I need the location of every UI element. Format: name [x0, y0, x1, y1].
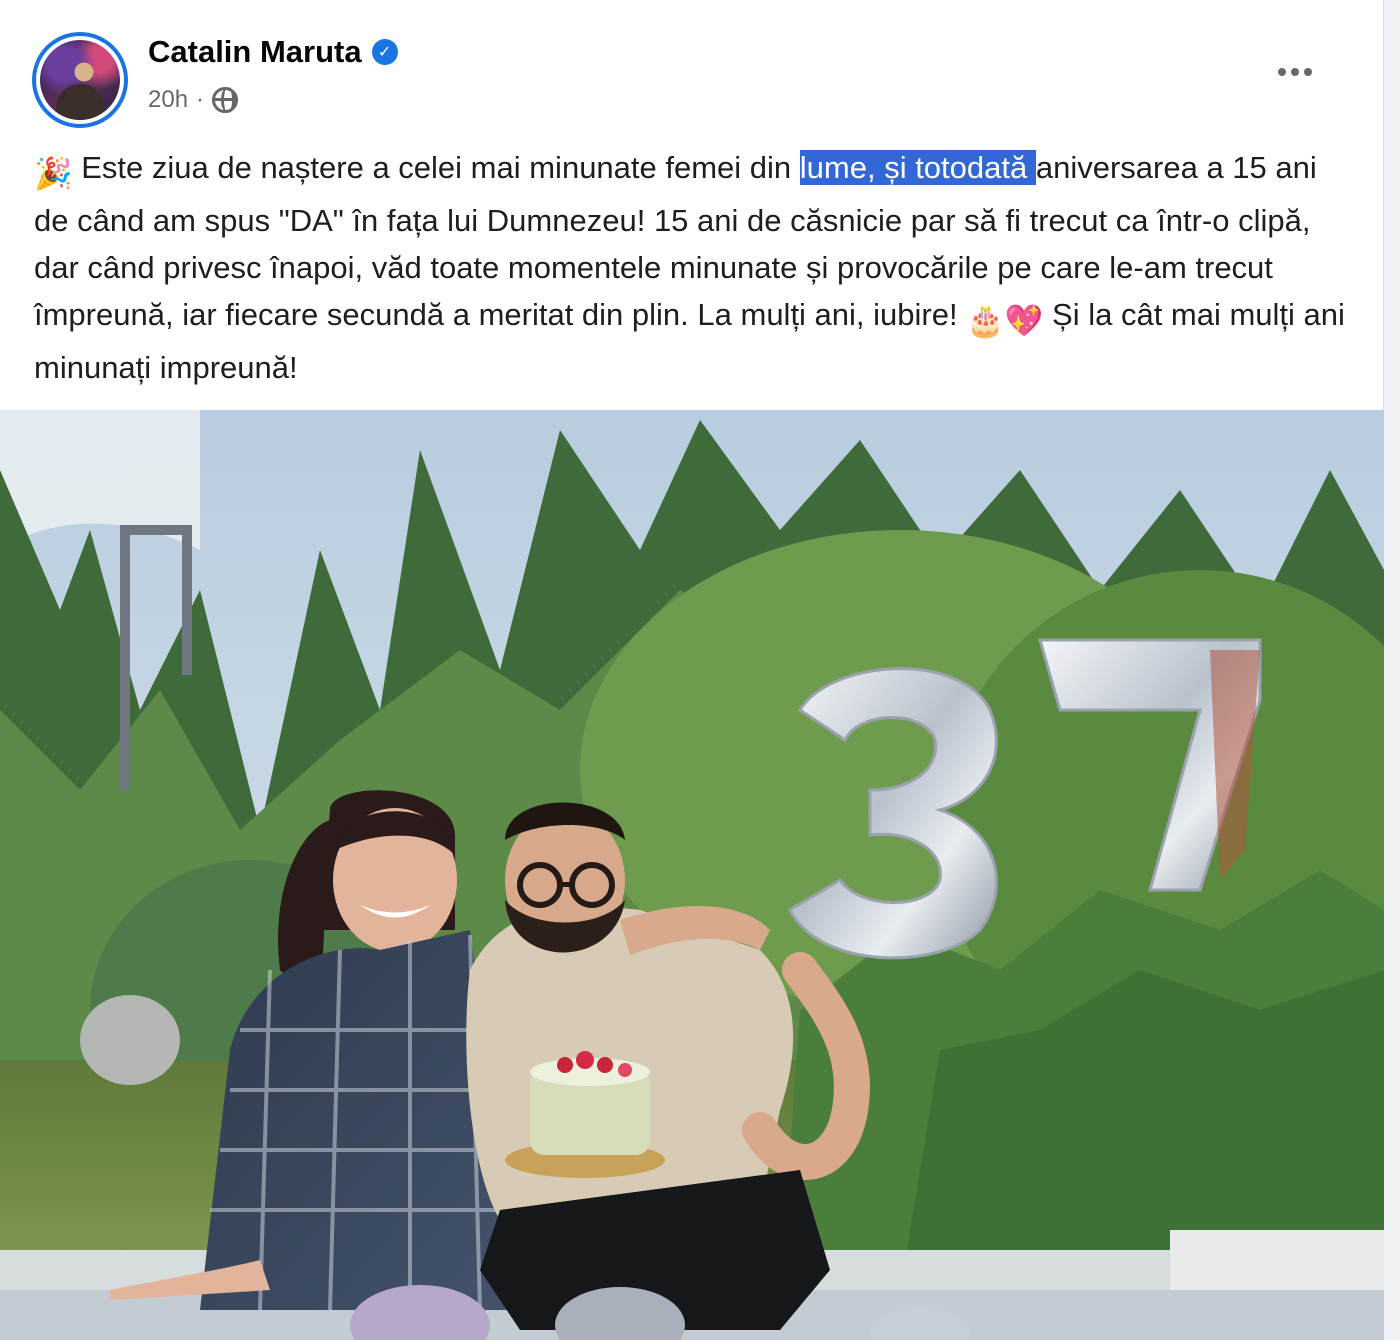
sparkling-heart-icon: 💖	[1004, 303, 1044, 338]
post-meta: 20h ·	[148, 86, 239, 114]
post-text: 🎉 Este ziua de naștere a celei mai minun…	[34, 144, 1354, 391]
verified-badge-icon: ✓	[371, 39, 398, 65]
post-timestamp[interactable]: 20h	[148, 86, 188, 114]
text-part-1: Este ziua de naștere a celei mai minunat…	[72, 150, 800, 185]
post-header: Catalin Maruta ✓ 20h ·	[32, 28, 1343, 128]
meta-separator: ·	[196, 86, 205, 113]
birthday-cake-icon: 🎂	[966, 303, 1005, 338]
facebook-post: Catalin Maruta ✓ 20h · 🎉 Este ziua de na…	[0, 0, 1384, 1340]
author-name[interactable]: Catalin Maruta	[148, 34, 362, 70]
avatar[interactable]	[32, 32, 128, 128]
party-popper-icon: 🎉	[34, 156, 73, 191]
post-photo[interactable]	[0, 410, 1384, 1340]
author-line: Catalin Maruta ✓	[148, 34, 398, 70]
photo-illustration	[0, 410, 1384, 1340]
globe-icon[interactable]	[212, 87, 239, 113]
more-options-icon[interactable]	[1271, 48, 1319, 96]
profile-photo	[40, 40, 120, 120]
selected-text: lume, și totodată	[799, 150, 1036, 185]
